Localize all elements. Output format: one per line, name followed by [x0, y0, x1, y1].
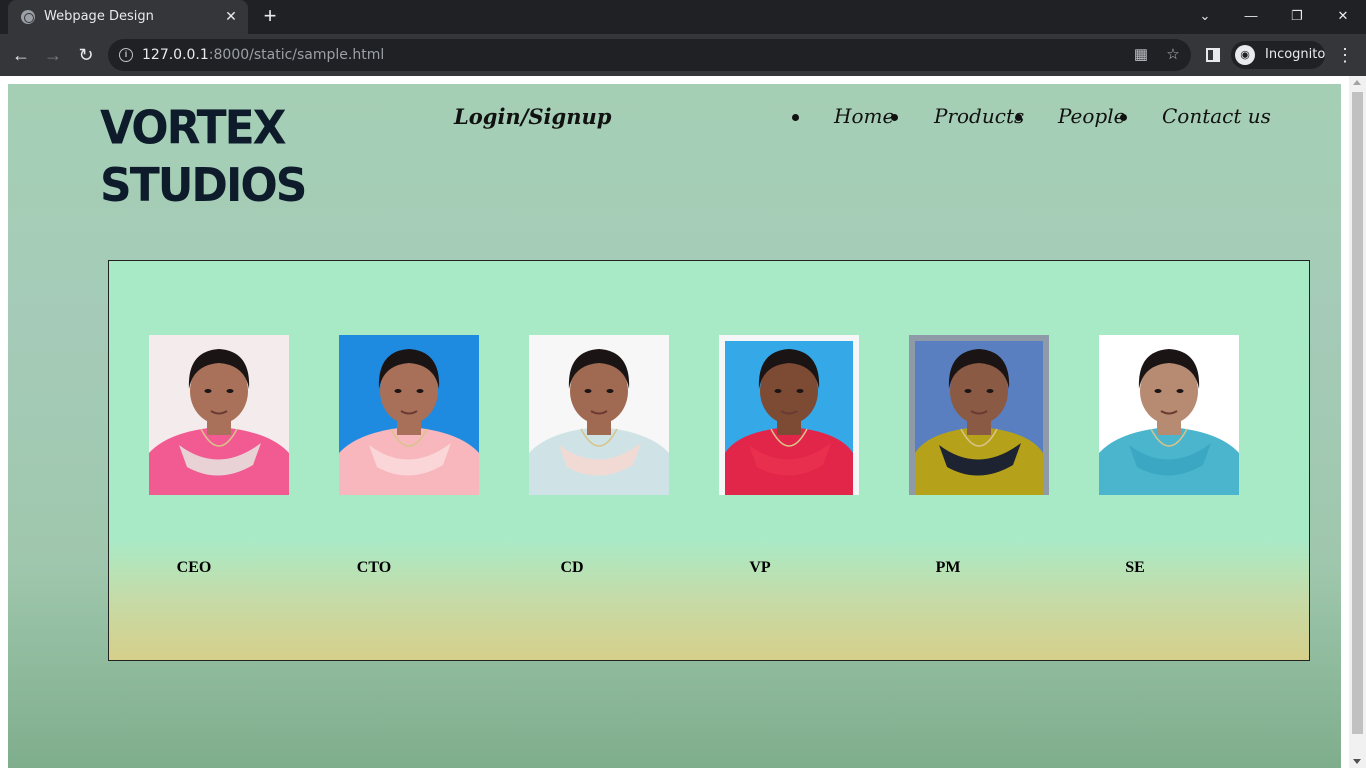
- nav-bullet: [891, 114, 898, 121]
- address-bar[interactable]: i 127.0.0.1:8000/static/sample.html ▦ ☆: [108, 39, 1191, 71]
- team-role-label: CD: [560, 559, 584, 576]
- back-arrow-icon[interactable]: ←: [8, 42, 34, 68]
- team-member-photo: [909, 335, 1049, 500]
- nav-bullet: [792, 114, 799, 121]
- side-panel-icon[interactable]: [1206, 48, 1220, 62]
- portrait-image: [529, 335, 669, 495]
- nav-bullet: [1120, 114, 1127, 121]
- scroll-down-arrow-icon[interactable]: [1353, 759, 1361, 764]
- logo-line-1: VORTEX: [100, 101, 287, 155]
- globe-icon: [21, 10, 35, 24]
- tab-title: Webpage Design: [44, 9, 154, 24]
- portrait-image: [719, 335, 859, 495]
- nav-home[interactable]: Home: [834, 104, 894, 128]
- team-role-label: SE: [1125, 559, 1145, 576]
- team-role-label: CEO: [176, 559, 212, 576]
- site-logo[interactable]: VORTEX STUDIOS: [100, 99, 307, 215]
- team-member-photo: [339, 335, 479, 500]
- bookmark-star-icon[interactable]: ☆: [1164, 46, 1182, 64]
- team-role-label: VP: [749, 559, 771, 576]
- qr-code-icon[interactable]: ▦: [1132, 46, 1150, 64]
- nav-bullet: [1015, 114, 1022, 121]
- incognito-label: Incognito: [1265, 47, 1326, 62]
- team-role-label: CTO: [356, 559, 392, 576]
- tab-search-chevron-icon[interactable]: ⌄: [1182, 0, 1228, 32]
- team-member-photo: [529, 335, 669, 500]
- restore-button[interactable]: ❐: [1274, 0, 1320, 32]
- vertical-scrollbar[interactable]: [1349, 76, 1366, 768]
- portrait-image: [149, 335, 289, 495]
- team-panel: CEO CTO CD VP PM SE: [108, 260, 1310, 661]
- tab-close-icon[interactable]: ✕: [222, 7, 240, 25]
- team-member-photo: [719, 335, 859, 500]
- scroll-thumb[interactable]: [1352, 92, 1363, 734]
- url-path: :8000/static/sample.html: [208, 47, 385, 63]
- portrait-image: [1099, 335, 1239, 495]
- nav-products[interactable]: Products: [934, 104, 1024, 128]
- forward-arrow-icon[interactable]: →: [40, 42, 66, 68]
- nav-people[interactable]: People: [1058, 104, 1125, 128]
- incognito-profile-button[interactable]: ◉ Incognito: [1231, 41, 1325, 69]
- scroll-up-arrow-icon[interactable]: [1353, 80, 1361, 85]
- page-viewport: VORTEX STUDIOS Login/Signup Home Product…: [0, 76, 1366, 768]
- login-signup-link[interactable]: Login/Signup: [454, 104, 611, 129]
- url-host: 127.0.0.1: [142, 47, 209, 63]
- browser-tab[interactable]: Webpage Design ✕: [8, 0, 248, 34]
- portrait-image: [339, 335, 479, 495]
- kebab-menu-icon[interactable]: ⋮: [1336, 46, 1354, 66]
- team-role-label: PM: [935, 559, 961, 576]
- page-body: VORTEX STUDIOS Login/Signup Home Product…: [8, 84, 1341, 768]
- close-window-button[interactable]: ✕: [1320, 0, 1366, 32]
- portrait-image: [909, 335, 1049, 495]
- site-info-icon[interactable]: i: [119, 48, 133, 62]
- logo-line-2: STUDIOS: [100, 159, 307, 213]
- new-tab-button[interactable]: +: [258, 5, 282, 29]
- team-member-photo: [1099, 335, 1239, 500]
- browser-tab-strip: Webpage Design ✕ + ⌄ — ❐ ✕: [0, 0, 1366, 34]
- minimize-button[interactable]: —: [1228, 0, 1274, 32]
- reload-icon[interactable]: ↻: [73, 42, 99, 68]
- team-member-photo: [149, 335, 289, 500]
- incognito-icon: ◉: [1235, 45, 1255, 65]
- browser-toolbar: ← → ↻ i 127.0.0.1:8000/static/sample.htm…: [0, 34, 1366, 76]
- url-text[interactable]: 127.0.0.1:8000/static/sample.html: [142, 47, 384, 63]
- nav-contact-us[interactable]: Contact us: [1162, 104, 1271, 128]
